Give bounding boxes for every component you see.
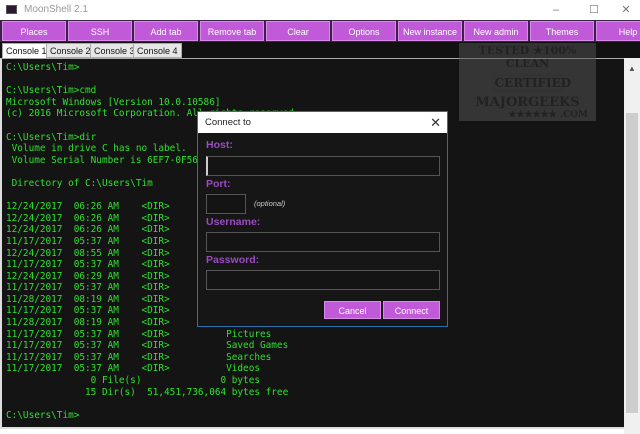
password-label: Password: <box>206 254 260 266</box>
places-button[interactable]: Places <box>2 21 66 41</box>
port-input[interactable] <box>206 194 246 214</box>
watermark-line: MAJORGEEKS <box>475 95 580 110</box>
connect-button[interactable]: Connect <box>383 301 440 319</box>
vertical-scrollbar[interactable]: ▲ <box>624 58 640 434</box>
toolbar: Places SSH Add tab Remove tab Clear Opti… <box>0 20 640 42</box>
scrollbar-thumb[interactable] <box>626 113 638 413</box>
username-label: Username: <box>206 216 261 228</box>
host-label: Host: <box>206 139 233 151</box>
title-bar: MoonShell 2.1 – ☐ ✕ <box>0 0 640 20</box>
dialog-header: Connect to ✕ <box>198 112 447 133</box>
port-hint: (optional) <box>254 199 286 208</box>
password-input[interactable] <box>206 270 440 290</box>
clear-button[interactable]: Clear <box>266 21 330 41</box>
minimize-button[interactable]: – <box>544 2 568 18</box>
new-instance-button[interactable]: New instance <box>398 21 462 41</box>
watermark-line: ★★★★★★ .COM <box>508 110 588 120</box>
watermark-line: TESTED ★100% CLEAN <box>478 44 577 70</box>
options-button[interactable]: Options <box>332 21 396 41</box>
scroll-up-icon[interactable]: ▲ <box>624 64 640 73</box>
new-admin-button[interactable]: New admin <box>464 21 528 41</box>
cancel-button[interactable]: Cancel <box>324 301 381 319</box>
themes-button[interactable]: Themes <box>530 21 594 41</box>
tab-console-3[interactable]: Console 3 <box>90 43 139 58</box>
help-button[interactable]: Help <box>596 21 640 41</box>
dialog-title: Connect to <box>205 117 251 128</box>
username-input[interactable] <box>206 232 440 252</box>
host-input[interactable] <box>206 156 440 176</box>
remove-tab-button[interactable]: Remove tab <box>200 21 264 41</box>
dialog-close-icon[interactable]: ✕ <box>430 112 441 133</box>
connect-dialog: Connect to ✕ Host: Port: (optional) User… <box>197 111 448 327</box>
port-label: Port: <box>206 178 231 190</box>
watermark-line: CERTIFIED <box>492 74 572 92</box>
close-button[interactable]: ✕ <box>614 2 638 18</box>
tab-console-1[interactable]: Console 1 <box>2 43 51 58</box>
ssh-button[interactable]: SSH <box>68 21 132 41</box>
tab-console-4[interactable]: Console 4 <box>133 43 182 58</box>
add-tab-button[interactable]: Add tab <box>134 21 198 41</box>
majorgeeks-watermark: TESTED ★100% CLEAN CERTIFIED MAJORGEEKS … <box>459 43 596 121</box>
maximize-button[interactable]: ☐ <box>582 2 606 18</box>
window-title: MoonShell 2.1 <box>24 4 88 15</box>
app-icon <box>6 5 17 14</box>
tab-console-2[interactable]: Console 2 <box>46 43 95 58</box>
